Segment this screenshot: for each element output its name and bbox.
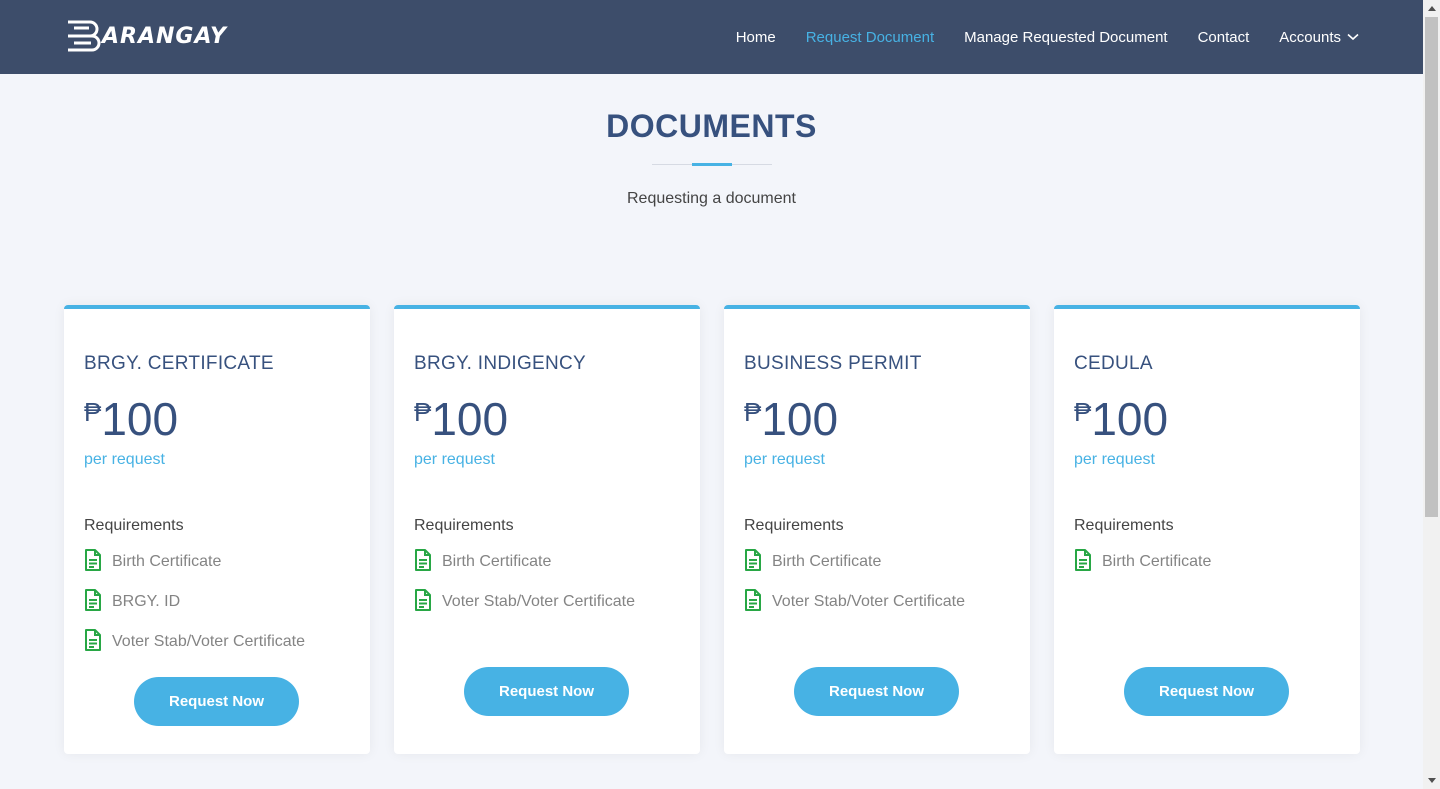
vertical-scrollbar[interactable] (1423, 0, 1440, 789)
currency-symbol: ₱ (414, 397, 432, 427)
nav-manage-requested-document[interactable]: Manage Requested Document (964, 29, 1167, 46)
currency-symbol: ₱ (1074, 397, 1092, 427)
price-amount: 100 (431, 393, 509, 445)
requirements-label: Requirements (744, 517, 844, 534)
document-icon (85, 629, 101, 651)
price-unit: per request (84, 451, 165, 468)
document-icon (745, 589, 761, 611)
document-icon (85, 549, 101, 571)
price-amount: 100 (1091, 393, 1169, 445)
brand-name: ARANGAY (102, 23, 227, 49)
nav-request-document[interactable]: Request Document (806, 29, 934, 46)
currency-symbol: ₱ (84, 397, 102, 427)
document-icon (1075, 549, 1091, 571)
document-icon (415, 549, 431, 571)
requirement-item: Birth Certificate (414, 543, 635, 583)
scrollbar-thumb[interactable] (1425, 17, 1438, 517)
requirements-label: Requirements (414, 517, 514, 534)
requirements-label: Requirements (1074, 517, 1174, 534)
card-price: ₱ 100 (744, 393, 838, 445)
request-now-button[interactable]: Request Now (1124, 667, 1289, 716)
request-now-button[interactable]: Request Now (134, 677, 299, 726)
caret-up-icon (1427, 6, 1436, 11)
requirements-list: Birth Certificate Voter Stab/Voter Certi… (744, 543, 965, 623)
requirement-item: Birth Certificate (1074, 543, 1211, 583)
card-title: BUSINESS PERMIT (744, 353, 922, 374)
header: ARANGAY Home Request Document Manage Req… (0, 0, 1423, 74)
requirement-item: Voter Stab/Voter Certificate (84, 623, 305, 663)
document-card-business-permit: BUSINESS PERMIT ₱ 100 per request Requir… (724, 305, 1030, 754)
currency-symbol: ₱ (744, 397, 762, 427)
price-amount: 100 (761, 393, 839, 445)
card-price: ₱ 100 (414, 393, 508, 445)
document-icon (415, 589, 431, 611)
price-unit: per request (1074, 451, 1155, 468)
document-card-brgy-certificate: BRGY. CERTIFICATE ₱ 100 per request Requ… (64, 305, 370, 754)
card-title: BRGY. CERTIFICATE (84, 353, 274, 374)
chevron-down-icon (1347, 33, 1359, 41)
requirements-label: Requirements (84, 517, 184, 534)
document-card-brgy-indigency: BRGY. INDIGENCY ₱ 100 per request Requir… (394, 305, 700, 754)
brand-logo[interactable]: ARANGAY (64, 18, 227, 54)
main-nav: Home Request Document Manage Requested D… (706, 0, 1359, 74)
card-title: BRGY. INDIGENCY (414, 353, 587, 374)
requirement-item: Voter Stab/Voter Certificate (744, 583, 965, 623)
nav-accounts[interactable]: Accounts (1279, 29, 1359, 46)
requirement-item: Birth Certificate (84, 543, 305, 583)
price-unit: per request (744, 451, 825, 468)
card-price: ₱ 100 (1074, 393, 1168, 445)
request-now-button[interactable]: Request Now (464, 667, 629, 716)
requirements-list: Birth Certificate BRGY. ID Voter Stab/Vo… (84, 543, 305, 663)
page: ARANGAY Home Request Document Manage Req… (0, 0, 1423, 789)
nav-contact[interactable]: Contact (1198, 29, 1250, 46)
requirement-item: BRGY. ID (84, 583, 305, 623)
request-now-button[interactable]: Request Now (794, 667, 959, 716)
section-subtitle: Requesting a document (627, 190, 796, 207)
document-icon (745, 549, 761, 571)
requirement-item: Birth Certificate (744, 543, 965, 583)
scroll-down-arrow[interactable] (1423, 772, 1440, 789)
requirement-item: Voter Stab/Voter Certificate (414, 583, 635, 623)
logo-b-icon (68, 20, 101, 52)
nav-accounts-label: Accounts (1279, 28, 1341, 46)
price-amount: 100 (101, 393, 179, 445)
scroll-up-arrow[interactable] (1423, 0, 1440, 17)
nav-home[interactable]: Home (736, 29, 776, 46)
document-card-cedula: CEDULA ₱ 100 per request Requirements Bi… (1054, 305, 1360, 754)
document-icon (85, 589, 101, 611)
card-title: CEDULA (1074, 353, 1153, 374)
caret-down-icon (1427, 778, 1436, 783)
card-price: ₱ 100 (84, 393, 178, 445)
requirements-list: Birth Certificate (1074, 543, 1211, 583)
title-divider-accent (692, 163, 732, 166)
price-unit: per request (414, 451, 495, 468)
section-title: DOCUMENTS (606, 108, 817, 144)
requirements-list: Birth Certificate Voter Stab/Voter Certi… (414, 543, 635, 623)
